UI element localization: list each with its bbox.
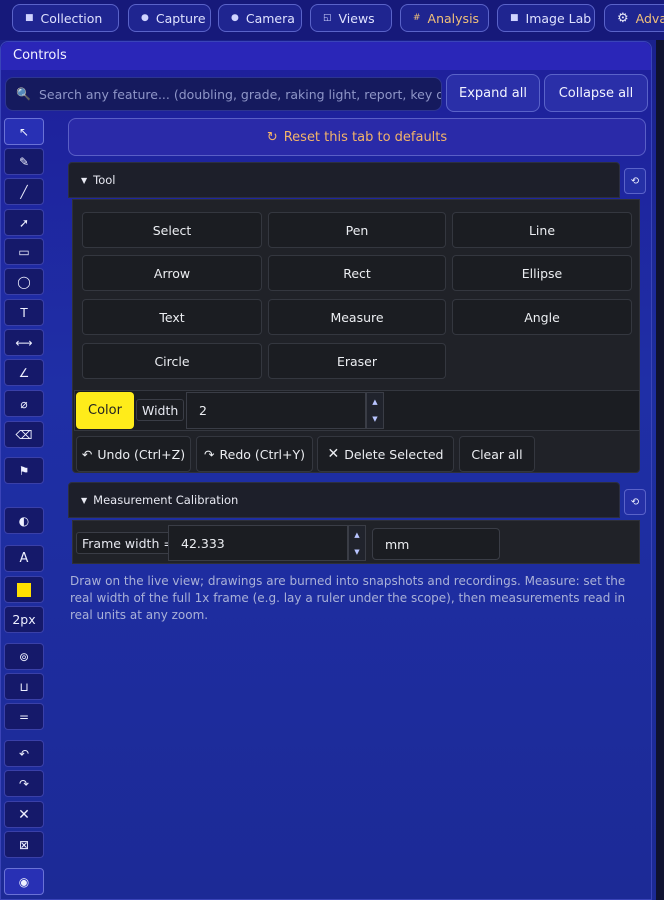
toolbar-flag[interactable]: ⚑: [4, 457, 44, 484]
tool-text-button[interactable]: Text: [82, 299, 262, 335]
spin-down-icon[interactable]: ▼: [372, 415, 377, 423]
toolbar-contrast[interactable]: ◐: [4, 507, 44, 534]
frame-width-label: Frame width =: [76, 532, 180, 554]
tool-angle-button[interactable]: Angle: [452, 299, 632, 335]
tab-views[interactable]: ◱ Views: [310, 4, 392, 32]
toolbar-width[interactable]: 2px: [4, 606, 44, 633]
tool-pen-button[interactable]: Pen: [268, 212, 446, 248]
toolbar-line[interactable]: ╱: [4, 178, 44, 205]
color-picker-button[interactable]: Color: [76, 392, 134, 429]
toolbar-measure[interactable]: ⟷: [4, 329, 44, 356]
tool-line-button[interactable]: Line: [452, 212, 632, 248]
tab-collection[interactable]: ■ Collection: [12, 4, 119, 32]
tool-select-button[interactable]: Select: [82, 212, 262, 248]
undo-button[interactable]: ↶ Undo (Ctrl+Z): [76, 436, 191, 472]
width-input[interactable]: 2: [186, 392, 366, 429]
toolbar-delete[interactable]: ✕: [4, 801, 44, 828]
help-text: Draw on the live view; drawings are burn…: [70, 574, 626, 622]
toolbar-eraser[interactable]: ⌫: [4, 421, 44, 448]
tab-image-lab[interactable]: ■ Image Lab: [497, 4, 595, 32]
reset-tab-button[interactable]: ↻ Reset this tab to defaults: [68, 118, 646, 156]
frame-width-stepper[interactable]: ▲ ▼: [348, 525, 366, 561]
search-placeholder: Search any feature... (doubling, grade, …: [38, 86, 442, 102]
tool-ellipse-button[interactable]: Ellipse: [452, 255, 632, 291]
tool-rect-button[interactable]: Rect: [268, 255, 446, 291]
close-icon: ✕: [327, 446, 340, 462]
toolbar-text[interactable]: T: [4, 299, 44, 326]
frame-width-input[interactable]: 42.333: [168, 525, 348, 561]
search-icon: 🔍: [16, 87, 31, 101]
views-icon: ◱: [323, 13, 332, 23]
delete-selected-button[interactable]: ✕ Delete Selected: [317, 436, 454, 472]
width-label: Width: [136, 399, 185, 421]
collapse-all-button[interactable]: Collapse all: [544, 74, 648, 112]
tool-eraser-button[interactable]: Eraser: [268, 343, 446, 379]
calibration-reset-button[interactable]: ⟲: [624, 489, 646, 515]
tab-analysis[interactable]: # Analysis: [400, 4, 489, 32]
spin-up-icon[interactable]: ▲: [372, 398, 377, 406]
spin-up-icon[interactable]: ▲: [354, 531, 359, 539]
redo-icon: ↷: [204, 446, 215, 462]
tab-camera[interactable]: ● Camera: [218, 4, 302, 32]
grid-icon: ■: [25, 13, 34, 23]
tool-arrow-button[interactable]: Arrow: [82, 255, 262, 291]
panel-title: Controls: [1, 42, 651, 70]
toolbar-select[interactable]: ↖: [4, 118, 44, 145]
caret-down-icon: ▼: [81, 175, 88, 185]
expand-all-button[interactable]: Expand all: [446, 74, 540, 112]
toolbar-angle[interactable]: ∠: [4, 359, 44, 386]
top-tab-bar: ■ Collection ● Capture ● Camera ◱ Views # Ana…: [0, 0, 664, 40]
toolbar-ellipse[interactable]: ◯: [4, 268, 44, 295]
width-stepper[interactable]: ▲ ▼: [366, 392, 384, 429]
toolbar-rect[interactable]: ▭: [4, 238, 44, 265]
redo-button[interactable]: ↷ Redo (Ctrl+Y): [196, 436, 313, 472]
right-edge-strip: [656, 40, 664, 900]
tool-circle-button[interactable]: Circle: [82, 343, 262, 379]
reset-icon: ↻: [266, 129, 278, 145]
gear-icon: ⚙: [617, 10, 629, 26]
tool-section-header[interactable]: ▼ Tool: [68, 162, 620, 198]
undo-icon: ↶: [81, 446, 93, 462]
dot-icon: ●: [141, 13, 149, 23]
toolbar-record[interactable]: ◉: [4, 868, 44, 895]
toolbar-target[interactable]: ⊚: [4, 643, 44, 670]
toolbar-pen[interactable]: ✎: [4, 148, 44, 175]
calibration-section-header[interactable]: ▼ Measurement Calibration: [68, 482, 620, 518]
toolbar-equal[interactable]: =: [4, 703, 44, 730]
search-input[interactable]: 🔍 Search any feature... (doubling, grade…: [5, 77, 442, 111]
spin-down-icon[interactable]: ▼: [354, 548, 359, 556]
hash-icon: #: [413, 13, 421, 23]
tab-advanced[interactable]: ⚙Advar: [604, 4, 664, 32]
square-icon: ■: [510, 13, 519, 23]
toolbar-redo[interactable]: ↷: [4, 770, 44, 797]
toolbar-font[interactable]: A: [4, 545, 44, 572]
tool-measure-button[interactable]: Measure: [268, 299, 446, 335]
toolbar-clear[interactable]: ⊠: [4, 831, 44, 858]
toolbar-circle[interactable]: ⌀: [4, 390, 44, 417]
tool-section-reset-button[interactable]: ⟲: [624, 168, 646, 194]
unit-input[interactable]: mm: [372, 528, 500, 560]
toolbar-arrow[interactable]: ➚: [4, 209, 44, 236]
reset-icon: ⟲: [630, 496, 640, 508]
reset-icon: ⟲: [630, 175, 640, 187]
tab-capture[interactable]: ● Capture: [128, 4, 211, 32]
toolbar-undo[interactable]: ↶: [4, 740, 44, 767]
toolbar-color-swatch[interactable]: [4, 576, 44, 603]
toolbar-calibrate[interactable]: ⊔: [4, 673, 44, 700]
clear-all-button[interactable]: Clear all: [459, 436, 535, 472]
dot-icon: ●: [231, 13, 239, 23]
caret-down-icon: ▼: [81, 495, 88, 505]
